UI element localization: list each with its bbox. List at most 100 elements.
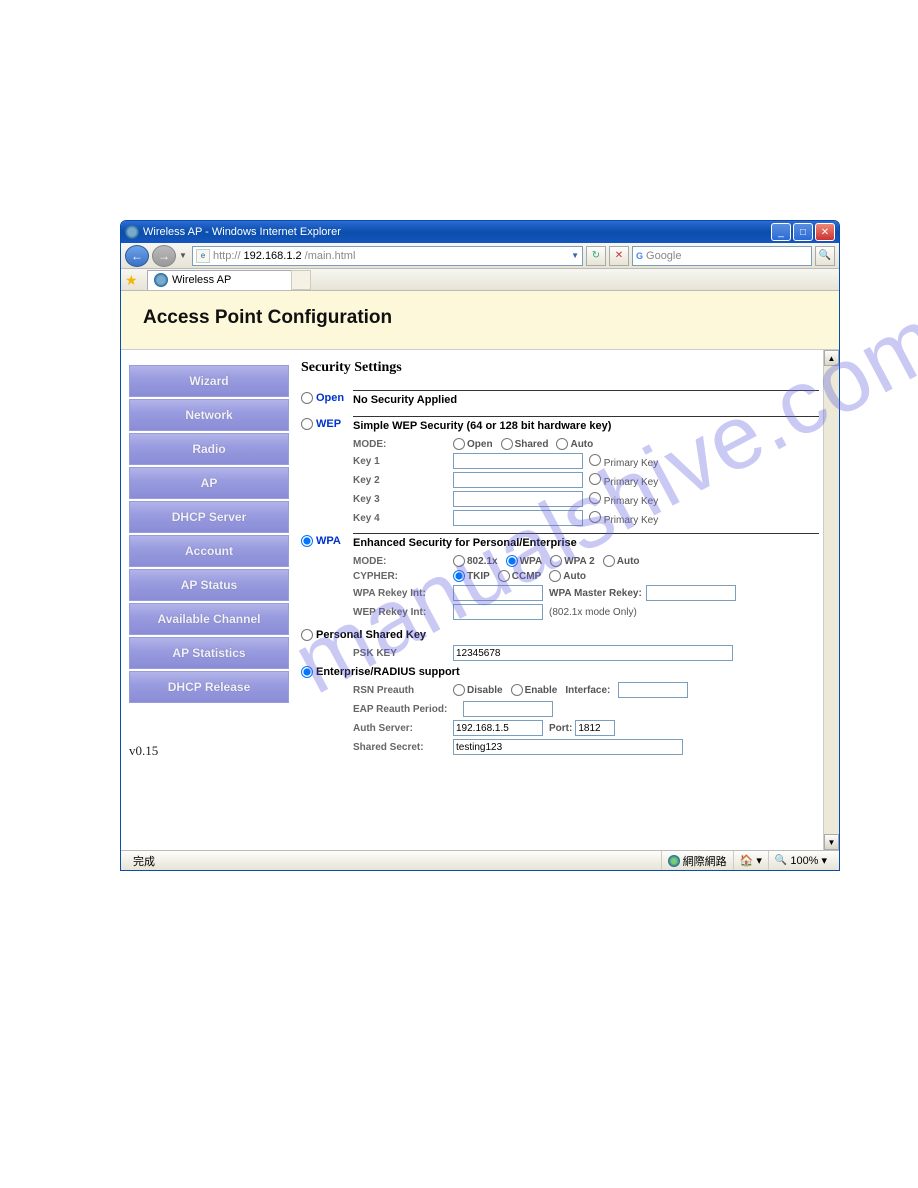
wep-key4-primary-radio[interactable] (589, 511, 601, 523)
sidebar-item-available-channel[interactable]: Available Channel (129, 603, 289, 635)
zoom-text: 100% (790, 855, 818, 867)
url-prefix: http:// (213, 250, 241, 262)
wpa-mode-8021x-radio[interactable] (453, 555, 465, 567)
sidebar-item-network[interactable]: Network (129, 399, 289, 431)
url-path: /main.html (305, 250, 356, 262)
history-dropdown-icon[interactable]: ▼ (179, 251, 189, 260)
psk-key-input[interactable] (453, 645, 733, 661)
wpa-mode-8021x-text: 802.1x (467, 556, 498, 567)
url-dropdown-icon[interactable]: ▼ (571, 251, 579, 260)
cypher-tkip-radio[interactable] (453, 570, 465, 582)
wep-rekey-input[interactable] (453, 604, 543, 620)
security-wep-radio[interactable] (301, 418, 313, 430)
sidebar-item-account[interactable]: Account (129, 535, 289, 567)
minimize-button[interactable]: _ (771, 223, 791, 241)
new-tab-button[interactable] (291, 270, 311, 290)
scroll-up-icon[interactable]: ▲ (824, 350, 839, 366)
wpa-mode-auto-radio[interactable] (603, 555, 615, 567)
auth-server-input[interactable] (453, 720, 543, 736)
sidebar-item-wizard[interactable]: Wizard (129, 365, 289, 397)
wep-key3-input[interactable] (453, 491, 583, 507)
shield-icon: 🏠 (740, 854, 754, 867)
wpa-mode-label: MODE: (353, 556, 453, 567)
sidebar-item-dhcp-release[interactable]: DHCP Release (129, 671, 289, 703)
stop-button[interactable]: ✕ (609, 246, 629, 266)
sidebar-item-dhcp-server[interactable]: DHCP Server (129, 501, 289, 533)
wep-key3-label: Key 3 (353, 494, 453, 505)
sidebar-item-radio[interactable]: Radio (129, 433, 289, 465)
wep-mode-open-text: Open (467, 439, 493, 450)
psk-radio[interactable] (301, 629, 313, 641)
wep-mode-shared-text: Shared (515, 439, 549, 450)
vertical-scrollbar[interactable]: ▲ ▼ (823, 350, 839, 850)
wpa-mode-auto-text: Auto (617, 556, 640, 567)
sidebar-item-ap[interactable]: AP (129, 467, 289, 499)
wpa-rekey-input[interactable] (453, 585, 543, 601)
eap-reauth-input[interactable] (463, 701, 553, 717)
interface-label: Interface: (565, 685, 610, 696)
tab-title: Wireless AP (172, 274, 231, 286)
shared-secret-input[interactable] (453, 739, 683, 755)
forward-button[interactable]: → (152, 245, 176, 267)
enterprise-label: Enterprise/RADIUS support (316, 666, 460, 678)
wep-mode-open-radio[interactable] (453, 438, 465, 450)
close-button[interactable]: ✕ (815, 223, 835, 241)
wep-key1-primary-text: Primary Key (604, 458, 658, 469)
browser-tab[interactable]: Wireless AP (147, 270, 292, 290)
wpa-mode-wpa2-radio[interactable] (550, 555, 562, 567)
wep-key4-label: Key 4 (353, 513, 453, 524)
search-bar[interactable]: G Google (632, 246, 812, 266)
wep-key4-primary-text: Primary Key (604, 515, 658, 526)
window-titlebar: Wireless AP - Windows Internet Explorer … (121, 221, 839, 243)
wep-key4-input[interactable] (453, 510, 583, 526)
rsn-enable-radio[interactable] (511, 684, 523, 696)
wep-key2-primary-text: Primary Key (604, 477, 658, 488)
search-go-button[interactable]: 🔍 (815, 246, 835, 266)
wpa-mode-wpa-text: WPA (520, 556, 543, 567)
eap-reauth-label: EAP Reauth Period: (353, 704, 463, 715)
rsn-preauth-label: RSN Preauth (353, 685, 453, 696)
wep-key2-label: Key 2 (353, 475, 453, 486)
wep-key3-primary-radio[interactable] (589, 492, 601, 504)
cypher-auto-radio[interactable] (549, 570, 561, 582)
status-bar: 完成 網際網路 🏠 ▾ 🔍 100% ▾ (121, 850, 839, 870)
scroll-down-icon[interactable]: ▼ (824, 834, 839, 850)
back-button[interactable]: ← (125, 245, 149, 267)
wep-mode-shared-radio[interactable] (501, 438, 513, 450)
settings-panel: Security Settings Open No Security Appli… (296, 350, 839, 850)
sidebar-item-ap-status[interactable]: AP Status (129, 569, 289, 601)
tab-bar: ★ Wireless AP (121, 269, 839, 291)
protected-mode-cell[interactable]: 🏠 ▾ (733, 851, 768, 870)
zoom-cell[interactable]: 🔍 100% ▾ (768, 851, 833, 870)
wep-key2-primary-radio[interactable] (589, 473, 601, 485)
status-zone: 網際網路 (661, 851, 733, 870)
wep-key2-input[interactable] (453, 472, 583, 488)
wep-mode-auto-text: Auto (570, 439, 593, 450)
open-title: No Security Applied (353, 394, 819, 406)
section-heading: Security Settings (301, 360, 819, 376)
search-engine-label: Google (646, 250, 681, 262)
wep-rekey-label: WEP Rekey Int: (353, 607, 453, 618)
auth-port-input[interactable] (575, 720, 615, 736)
address-bar[interactable]: e http://192.168.1.2/main.html ▼ (192, 246, 583, 266)
cypher-ccmp-radio[interactable] (498, 570, 510, 582)
wep-key1-primary-radio[interactable] (589, 454, 601, 466)
enterprise-radio[interactable] (301, 666, 313, 678)
wpa-master-rekey-input[interactable] (646, 585, 736, 601)
sidebar-item-ap-statistics[interactable]: AP Statistics (129, 637, 289, 669)
rsn-enable-text: Enable (525, 685, 558, 696)
shared-secret-label: Shared Secret: (353, 742, 453, 753)
favorites-icon[interactable]: ★ (125, 272, 141, 288)
maximize-button[interactable]: □ (793, 223, 813, 241)
wep-key3-primary-text: Primary Key (604, 496, 658, 507)
wep-mode-auto-radio[interactable] (556, 438, 568, 450)
security-wpa-radio[interactable] (301, 535, 313, 547)
wep-key1-input[interactable] (453, 453, 583, 469)
security-open-radio[interactable] (301, 392, 313, 404)
refresh-button[interactable]: ↻ (586, 246, 606, 266)
interface-input[interactable] (618, 682, 688, 698)
rsn-disable-radio[interactable] (453, 684, 465, 696)
nav-toolbar: ← → ▼ e http://192.168.1.2/main.html ▼ ↻… (121, 243, 839, 269)
wep-key1-label: Key 1 (353, 456, 453, 467)
wpa-mode-wpa-radio[interactable] (506, 555, 518, 567)
